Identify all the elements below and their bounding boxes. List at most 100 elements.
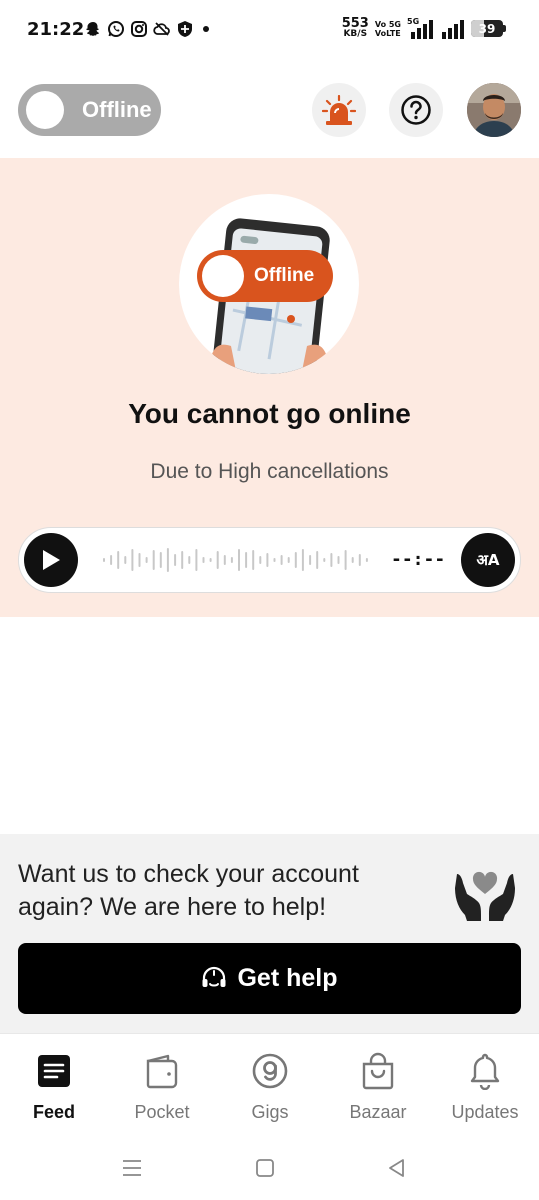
back-icon[interactable] <box>383 1154 411 1182</box>
toggle-knob <box>26 91 64 129</box>
waveform-bar <box>323 558 326 562</box>
cloud-off-icon <box>153 22 170 36</box>
waveform-bar <box>245 552 248 568</box>
audio-duration: --:-- <box>391 549 446 570</box>
waveform-bar <box>117 551 120 569</box>
waveform-bar <box>365 558 368 562</box>
net-speed: 553 KB/S <box>341 16 369 39</box>
heart-hands-icon <box>455 871 515 921</box>
waveform-bar <box>309 555 312 565</box>
get-help-label: Get help <box>237 964 338 992</box>
question-icon <box>401 95 431 125</box>
sos-alarm-button[interactable] <box>312 83 366 137</box>
offline-illustration: Offline <box>179 194 359 374</box>
play-icon <box>43 550 60 570</box>
illustration-toggle: Offline <box>197 250 333 302</box>
waveform-bar <box>131 549 134 571</box>
whatsapp-icon <box>108 21 124 37</box>
system-navigation-bar <box>0 1140 539 1200</box>
waveform-bar <box>103 558 105 562</box>
shopping-bag-icon <box>362 1052 394 1090</box>
waveform-bar <box>209 558 212 562</box>
waveform-bar <box>152 550 155 570</box>
waveform-bar <box>181 551 184 569</box>
waveform-bar <box>202 557 205 563</box>
volte-indicator: Vo 5G VoLTE <box>374 19 401 38</box>
battery-icon: 39 <box>471 20 506 37</box>
banner-subtitle: Due to High cancellations <box>150 460 389 483</box>
waveform-bar <box>294 552 297 568</box>
bell-icon <box>470 1053 500 1090</box>
feed-icon <box>38 1055 70 1087</box>
snapchat-icon <box>86 22 99 36</box>
nav-label-feed: Feed <box>32 1102 75 1122</box>
language-toggle-button[interactable]: अA <box>461 533 515 587</box>
help-prompt-text: Want us to check your account again? We … <box>18 860 359 921</box>
waveform-bar <box>223 555 226 565</box>
gigs-icon <box>252 1053 288 1089</box>
bottom-navigation: Feed Pocket Gigs Bazaar Updates <box>0 1033 539 1133</box>
illustration-toggle-knob <box>202 255 244 297</box>
waveform-bar <box>351 557 354 563</box>
system-status: 553 KB/S Vo 5G VoLTE 5G 39 <box>341 16 506 39</box>
audio-waveform <box>103 548 368 572</box>
profile-avatar[interactable] <box>467 83 521 137</box>
waveform-bar <box>166 548 169 572</box>
nav-label-bazaar: Bazaar <box>349 1102 407 1122</box>
language-icon: अA <box>476 551 500 569</box>
nav-item-feed[interactable]: Feed <box>0 1052 108 1123</box>
signal-5g-icon: 5G <box>407 17 435 39</box>
waveform-bar <box>124 556 127 564</box>
nav-item-gigs[interactable]: Gigs <box>216 1052 324 1123</box>
waveform-bar <box>230 557 233 563</box>
waveform-bar <box>159 552 162 568</box>
waveform-bar <box>238 549 240 571</box>
audio-player: --:-- अA <box>18 527 521 593</box>
signal-icon <box>442 19 464 39</box>
waveform-bar <box>259 556 262 564</box>
toggle-label: Offline <box>82 97 152 122</box>
help-button[interactable] <box>389 83 443 137</box>
waveform-bar <box>301 549 304 571</box>
waveform-bar <box>316 551 319 569</box>
waveform-bar <box>174 554 177 566</box>
online-offline-toggle[interactable]: Offline <box>18 84 161 136</box>
home-icon[interactable] <box>251 1154 279 1182</box>
waveform-bar <box>145 557 148 563</box>
siren-icon <box>322 95 356 125</box>
banner-title: You cannot go online <box>128 398 411 429</box>
status-bar: 21:22 553 KB/S Vo 5G VoLTE 5G 39 <box>0 0 539 62</box>
play-button[interactable] <box>24 533 78 587</box>
nav-label-pocket: Pocket <box>134 1102 190 1122</box>
waveform-bar <box>287 557 290 563</box>
wallet-icon <box>146 1054 178 1089</box>
offline-banner: Offline You cannot go online Due to High… <box>0 158 539 617</box>
waveform-bar <box>216 551 219 569</box>
nav-item-bazaar[interactable]: Bazaar <box>324 1052 432 1123</box>
waveform-bar <box>138 553 141 567</box>
waveform-bar <box>358 554 361 566</box>
nav-label-updates: Updates <box>451 1102 519 1122</box>
help-section: Want us to check your account again? We … <box>0 834 539 1033</box>
get-help-button[interactable]: Get help <box>18 943 521 1014</box>
nav-item-updates[interactable]: Updates <box>431 1052 539 1123</box>
shield-app-icon <box>178 21 192 37</box>
nav-label-gigs: Gigs <box>251 1102 289 1122</box>
waveform-bar <box>280 555 283 565</box>
waveform-bar <box>195 549 198 571</box>
nav-item-pocket[interactable]: Pocket <box>108 1052 216 1123</box>
waveform-bar <box>344 550 347 570</box>
avatar-image <box>467 83 521 137</box>
waveform-bar <box>188 556 191 564</box>
waveform-bar <box>266 553 269 567</box>
waveform-bar <box>110 555 113 565</box>
waveform-bar <box>337 556 340 564</box>
more-notifications-dot <box>203 26 209 32</box>
instagram-icon <box>131 21 147 37</box>
app-header: Offline <box>0 80 539 140</box>
recent-apps-icon[interactable] <box>118 1154 146 1182</box>
waveform-bar <box>273 558 276 562</box>
status-time: 21:22 <box>27 19 85 40</box>
waveform-bar <box>330 553 333 567</box>
support-agent-icon <box>202 966 226 987</box>
